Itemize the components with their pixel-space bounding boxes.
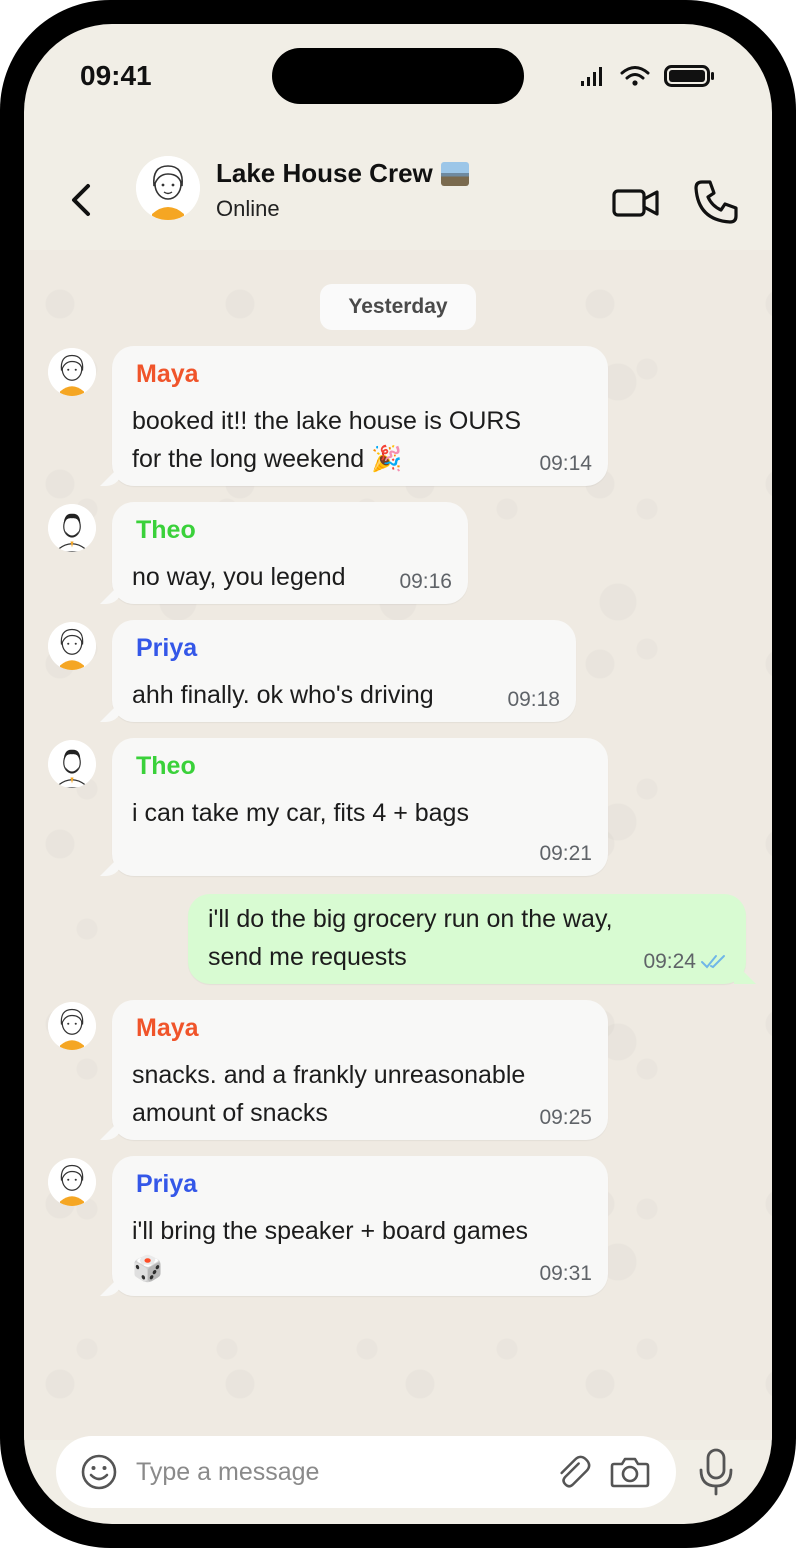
woman-avatar-icon <box>48 1158 96 1206</box>
woman-avatar-icon <box>136 156 200 220</box>
message-bubble[interactable]: Maya snacks. and a frankly unreasonable … <box>112 1000 608 1140</box>
sender-name: Maya <box>136 1014 199 1042</box>
message-bubble[interactable]: Priya ahh finally. ok who's driving 09:1… <box>112 620 576 722</box>
phone-frame: 09:41 Lake House Crew Online Yesterday M… <box>0 0 796 1548</box>
avatar[interactable] <box>48 1002 96 1050</box>
message-text: snacks. and a frankly unreasonable <box>132 1061 526 1089</box>
message-text: booked it!! the lake house is OURS <box>132 407 522 435</box>
avatar[interactable] <box>48 348 96 396</box>
avatar[interactable] <box>48 622 96 670</box>
avatar[interactable] <box>48 740 96 788</box>
message-text: amount of snacks <box>132 1099 328 1127</box>
double-check-icon <box>701 955 725 969</box>
signal-icon <box>581 67 602 86</box>
back-arrow-icon[interactable] <box>62 180 102 220</box>
man-avatar-icon <box>48 740 96 788</box>
message-input-bar[interactable]: Type a message <box>56 1436 676 1508</box>
sender-name: Theo <box>136 752 196 780</box>
message-bubble[interactable]: Priya i'll bring the speaker + board gam… <box>112 1156 608 1296</box>
message-time: 09:24 <box>643 950 696 973</box>
emoji-icon[interactable] <box>80 1453 118 1491</box>
sender-name: Theo <box>136 516 196 544</box>
message-time: 09:16 <box>399 570 452 593</box>
message-time: 09:25 <box>539 1106 592 1129</box>
dynamic-island <box>272 48 524 104</box>
message-text: 🎲 <box>132 1255 164 1283</box>
message-text: send me requests <box>208 943 407 971</box>
message-time: 09:31 <box>539 1262 592 1285</box>
camera-icon[interactable] <box>610 1454 650 1490</box>
wifi-icon <box>620 66 650 86</box>
chat-status: Online <box>216 196 280 221</box>
microphone-icon[interactable] <box>696 1448 736 1496</box>
message-meta: 09:24 <box>643 950 730 974</box>
avatar[interactable] <box>48 1158 96 1206</box>
paperclip-icon[interactable] <box>554 1452 594 1492</box>
message-time: 09:18 <box>507 688 560 711</box>
sender-name: Priya <box>136 634 198 662</box>
woman-avatar-icon <box>48 622 96 670</box>
lake-photo-emoji-icon <box>440 161 469 186</box>
message-text: i can take my car, fits 4 + bags <box>132 799 469 827</box>
message-text: for the long weekend 🎉 <box>132 445 403 473</box>
sender-name: Priya <box>136 1170 198 1198</box>
message-time: 09:21 <box>539 842 592 865</box>
video-call-icon[interactable] <box>612 186 660 220</box>
message-text: no way, you legend <box>132 563 346 591</box>
group-avatar[interactable] <box>136 156 200 220</box>
message-text: i'll do the big grocery run on the way, <box>208 905 613 933</box>
status-icons <box>580 64 716 88</box>
message-input[interactable]: Type a message <box>136 1458 319 1487</box>
outgoing-message-bubble[interactable]: i'll do the big grocery run on the way, … <box>188 894 746 984</box>
chat-title-row[interactable]: Lake House Crew <box>216 158 469 189</box>
message-bubble[interactable]: Theo no way, you legend 09:16 <box>112 502 468 604</box>
man-avatar-icon <box>48 504 96 552</box>
message-time: 09:14 <box>539 452 592 475</box>
phone-call-icon[interactable] <box>692 178 740 226</box>
avatar[interactable] <box>48 504 96 552</box>
message-bubble[interactable]: Theo i can take my car, fits 4 + bags 09… <box>112 738 608 876</box>
message-text: ahh finally. ok who's driving <box>132 681 434 709</box>
chat-title: Lake House Crew <box>216 158 433 188</box>
message-text: i'll bring the speaker + board games <box>132 1217 528 1245</box>
status-time: 09:41 <box>80 60 152 91</box>
woman-avatar-icon <box>48 1002 96 1050</box>
battery-icon <box>664 65 714 87</box>
date-separator: Yesterday <box>320 284 476 330</box>
screen: 09:41 Lake House Crew Online Yesterday M… <box>24 24 772 1524</box>
message-bubble[interactable]: Maya booked it!! the lake house is OURS … <box>112 346 608 486</box>
chat-header: Lake House Crew Online <box>24 136 772 250</box>
woman-avatar-icon <box>48 348 96 396</box>
sender-name: Maya <box>136 360 199 388</box>
